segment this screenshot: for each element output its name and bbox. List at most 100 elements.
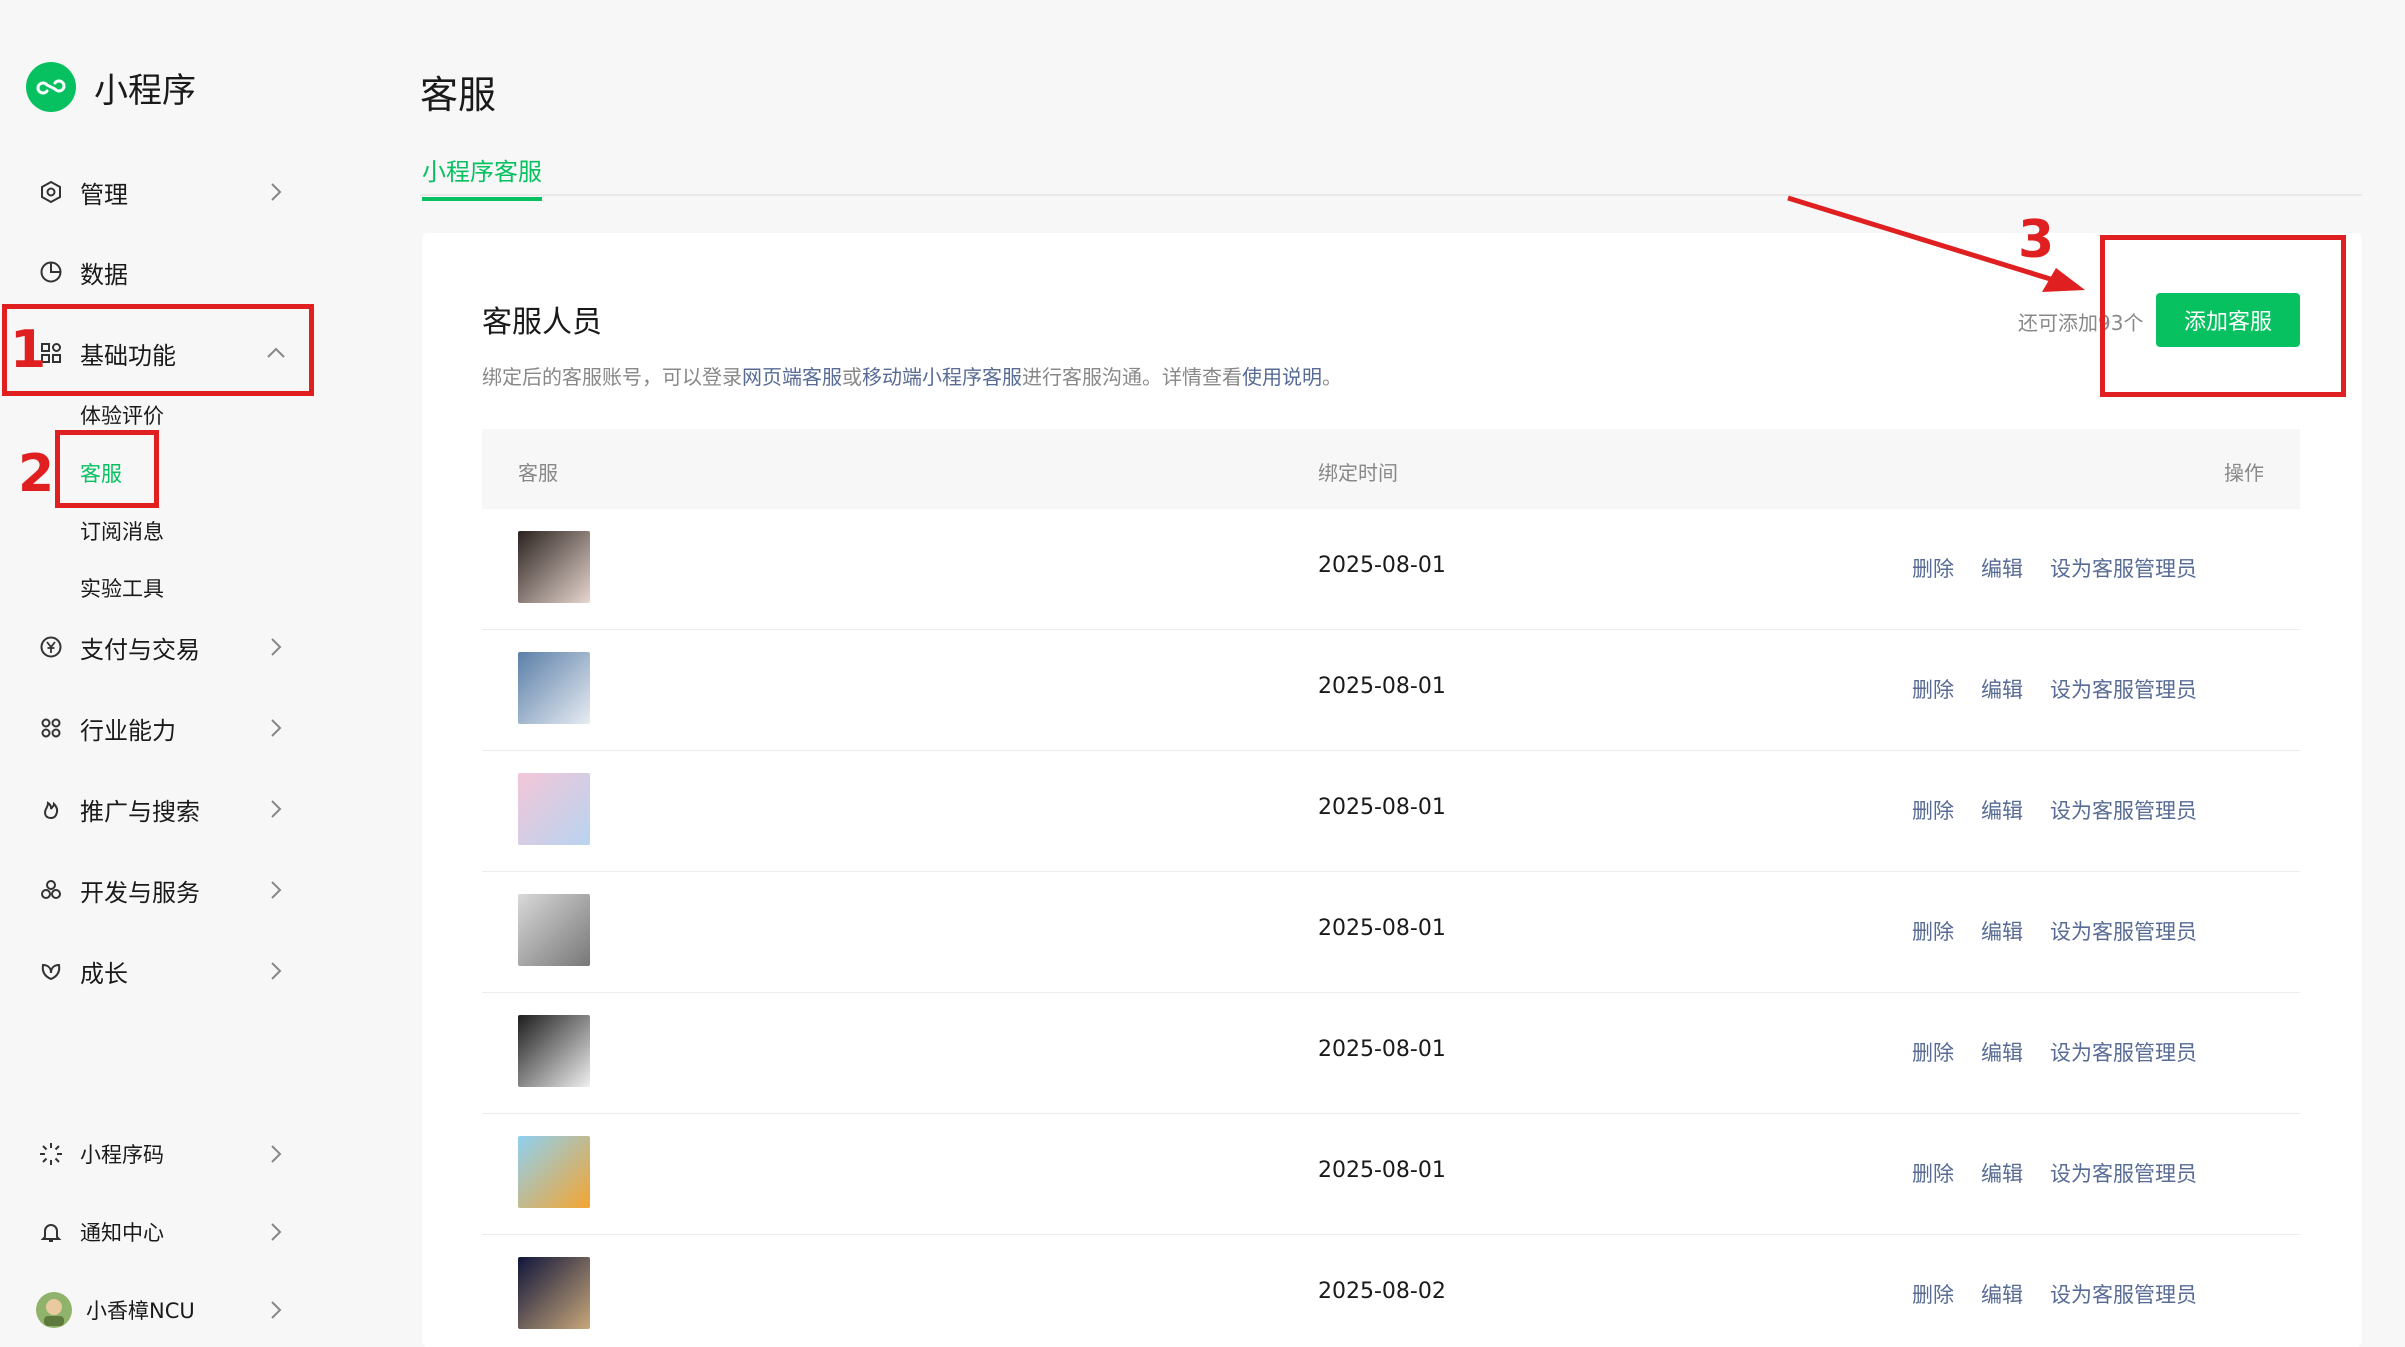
annotation-number-2: 2 [18, 444, 55, 504]
edit-link[interactable]: 编辑 [1981, 1037, 2023, 1067]
sidebar-subitem-experience-review[interactable]: 体验评价 [80, 400, 164, 430]
delete-link[interactable]: 删除 [1912, 1158, 1954, 1188]
redacted-nickname [614, 630, 970, 750]
delete-link[interactable]: 删除 [1912, 916, 1954, 946]
app-logo[interactable]: 小程序 [26, 62, 196, 112]
chevron-right-icon [266, 718, 286, 738]
chevron-right-icon [266, 799, 286, 819]
col-header-bind-time: 绑定时间 [1318, 461, 1398, 485]
app-title: 小程序 [94, 70, 196, 111]
set-admin-link[interactable]: 设为客服管理员 [2050, 553, 2197, 583]
bell-icon [37, 1218, 65, 1246]
bind-date: 2025-08-01 [1318, 674, 1446, 699]
cs-avatar [518, 894, 590, 966]
sidebar-item-miniprogram-code[interactable]: 小程序码 [0, 1124, 300, 1184]
usage-guide-link[interactable]: 使用说明 [1242, 365, 1322, 389]
annotation-box-1 [2, 304, 314, 396]
sidebar: 小程序 管理 数据 基础功能 体验评价 客服 订阅消息 实验工具 支付与交易 行… [0, 0, 400, 1347]
cs-avatar [518, 652, 590, 724]
set-admin-link[interactable]: 设为客服管理员 [2050, 1037, 2197, 1067]
redacted-nickname [614, 1235, 970, 1347]
annotation-box-2 [55, 430, 159, 508]
bind-date: 2025-08-01 [1318, 916, 1446, 941]
bind-date: 2025-08-01 [1318, 795, 1446, 820]
table-row: 2025-08-01 删除 编辑 设为客服管理员 [482, 751, 2300, 872]
table-row: 2025-08-01 删除 编辑 设为客服管理员 [482, 630, 2300, 751]
sidebar-item-account[interactable]: 小香樟NCU [0, 1280, 300, 1340]
flame-icon [37, 795, 65, 823]
sun-burst-icon [37, 1140, 65, 1168]
set-admin-link[interactable]: 设为客服管理员 [2050, 1279, 2197, 1309]
chevron-right-icon [266, 1300, 286, 1320]
table-row: 2025-08-01 删除 编辑 设为客服管理员 [482, 509, 2300, 630]
tab-miniprogram-customer-service[interactable]: 小程序客服 [422, 152, 542, 201]
sidebar-item-manage[interactable]: 管理 [0, 162, 300, 222]
chevron-right-icon [266, 637, 286, 657]
sidebar-subitem-lab-tools[interactable]: 实验工具 [80, 573, 164, 603]
table-row: 2025-08-01 删除 编辑 设为客服管理员 [482, 1114, 2300, 1235]
yen-icon [37, 633, 65, 661]
sidebar-item-payment[interactable]: 支付与交易 [0, 617, 300, 677]
leaf-icon [37, 957, 65, 985]
sidebar-item-promotion[interactable]: 推广与搜索 [0, 779, 300, 839]
redacted-nickname [614, 872, 970, 992]
sidebar-subitem-subscribe-message[interactable]: 订阅消息 [80, 516, 164, 546]
cluster-icon [37, 876, 65, 904]
table-row: 2025-08-01 删除 编辑 设为客服管理员 [482, 993, 2300, 1114]
edit-link[interactable]: 编辑 [1981, 553, 2023, 583]
annotation-number-1: 1 [10, 320, 47, 380]
delete-link[interactable]: 删除 [1912, 1279, 1954, 1309]
edit-link[interactable]: 编辑 [1981, 674, 2023, 704]
mobile-cs-link[interactable]: 移动端小程序客服 [862, 365, 1022, 389]
chevron-right-icon [266, 961, 286, 981]
table-row: 2025-08-01 删除 编辑 设为客服管理员 [482, 872, 2300, 993]
col-header-actions: 操作 [2224, 461, 2264, 485]
sidebar-item-growth[interactable]: 成长 [0, 941, 300, 1001]
annotation-box-3 [2100, 235, 2346, 397]
edit-link[interactable]: 编辑 [1981, 1158, 2023, 1188]
section-description: 绑定后的客服账号，可以登录网页端客服或移动端小程序客服进行客服沟通。详情查看使用… [482, 365, 1342, 389]
delete-link[interactable]: 删除 [1912, 553, 1954, 583]
edit-link[interactable]: 编辑 [1981, 916, 2023, 946]
hexagon-icon [37, 178, 65, 206]
table-header: 客服 绑定时间 操作 [482, 429, 2300, 509]
delete-link[interactable]: 删除 [1912, 1037, 1954, 1067]
set-admin-link[interactable]: 设为客服管理员 [2050, 1158, 2197, 1188]
redacted-nickname [614, 509, 970, 629]
account-avatar [36, 1292, 72, 1328]
sidebar-item-industry[interactable]: 行业能力 [0, 698, 300, 758]
chevron-right-icon [266, 1144, 286, 1164]
set-admin-link[interactable]: 设为客服管理员 [2050, 916, 2197, 946]
set-admin-link[interactable]: 设为客服管理员 [2050, 674, 2197, 704]
edit-link[interactable]: 编辑 [1981, 1279, 2023, 1309]
redacted-nickname [614, 993, 970, 1113]
delete-link[interactable]: 删除 [1912, 674, 1954, 704]
bind-date: 2025-08-01 [1318, 1158, 1446, 1183]
pie-chart-icon [37, 258, 65, 286]
industry-icon [37, 714, 65, 742]
sidebar-item-dev-services[interactable]: 开发与服务 [0, 860, 300, 920]
web-cs-link[interactable]: 网页端客服 [742, 365, 842, 389]
table-row: 2025-08-02 删除 编辑 设为客服管理员 [482, 1235, 2300, 1347]
sidebar-item-notifications[interactable]: 通知中心 [0, 1202, 300, 1262]
page: 小程序 管理 数据 基础功能 体验评价 客服 订阅消息 实验工具 支付与交易 行… [0, 0, 2405, 1347]
chevron-right-icon [266, 1222, 286, 1242]
cs-avatar [518, 1015, 590, 1087]
bind-date: 2025-08-01 [1318, 1037, 1446, 1062]
section-title: 客服人员 [482, 305, 602, 340]
set-admin-link[interactable]: 设为客服管理员 [2050, 795, 2197, 825]
cs-avatar [518, 1136, 590, 1208]
sidebar-item-data[interactable]: 数据 [0, 242, 300, 302]
redacted-nickname [614, 751, 970, 871]
edit-link[interactable]: 编辑 [1981, 795, 2023, 825]
bind-date: 2025-08-01 [1318, 553, 1446, 578]
bind-date: 2025-08-02 [1318, 1279, 1446, 1304]
delete-link[interactable]: 删除 [1912, 795, 1954, 825]
cs-avatar [518, 1257, 590, 1329]
redacted-nickname [614, 1114, 970, 1234]
cs-avatar [518, 773, 590, 845]
customer-service-card: 客服人员 绑定后的客服账号，可以登录网页端客服或移动端小程序客服进行客服沟通。详… [422, 233, 2362, 1347]
annotation-arrow [1787, 195, 2085, 292]
page-title: 客服 [420, 73, 497, 117]
miniprogram-logo-icon [26, 62, 76, 112]
